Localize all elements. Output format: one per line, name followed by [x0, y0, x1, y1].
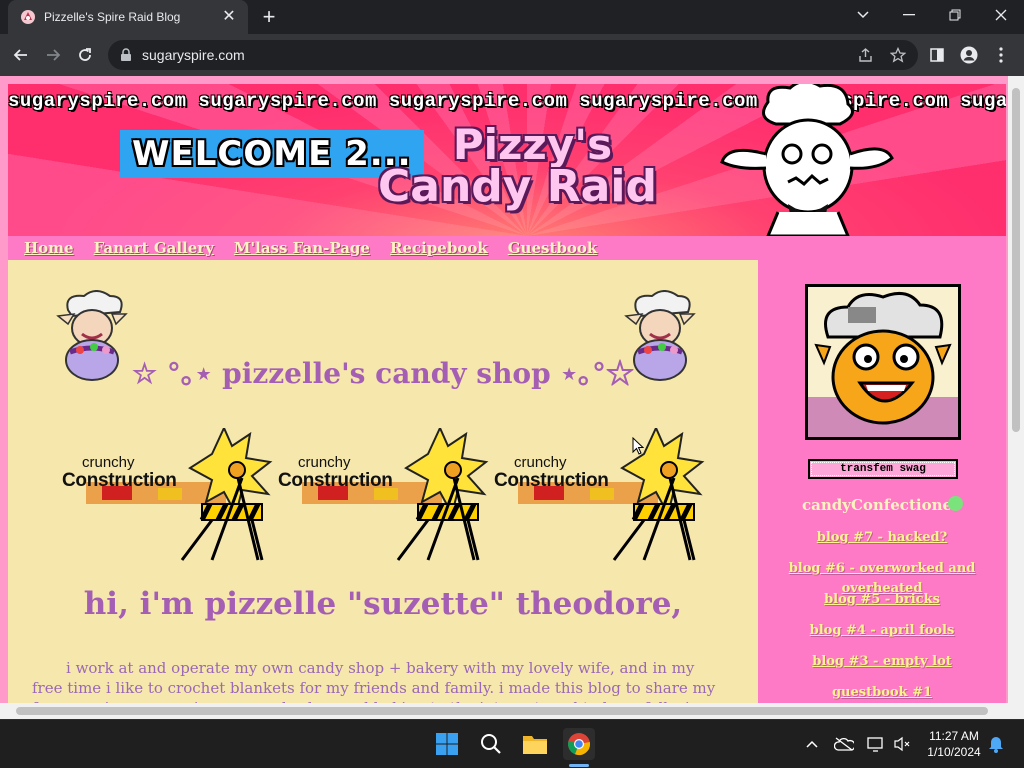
browser-tab-bar: Pizzelle's Spire Raid Blog ✕ +: [0, 0, 1024, 34]
restore-button[interactable]: [932, 0, 978, 30]
lock-icon[interactable]: [120, 48, 132, 62]
windows-taskbar: 11:27 AM 1/10/2024: [0, 719, 1024, 768]
nav-fanart-gallery-link[interactable]: Fanart Gallery: [94, 239, 214, 257]
search-icon[interactable]: [475, 728, 507, 760]
side-panel-icon[interactable]: [924, 42, 950, 68]
tray-overflow-icon[interactable]: [802, 734, 822, 754]
nav-mlass-fanpage-link[interactable]: M'lass Fan-Page: [234, 239, 370, 257]
site-favicon-icon: [21, 10, 35, 24]
bookmark-star-icon[interactable]: [890, 47, 906, 63]
nav-guestbook-link[interactable]: Guestbook: [508, 239, 598, 257]
network-icon[interactable]: [866, 734, 886, 754]
horizontal-scrollbar-thumb[interactable]: [16, 707, 988, 715]
notification-bell-icon[interactable]: [986, 734, 1006, 754]
blog-link[interactable]: blog #7 - hacked?: [758, 528, 1006, 559]
menu-kebab-icon[interactable]: [988, 42, 1014, 68]
tab-title: Pizzelle's Spire Raid Blog: [44, 10, 181, 24]
address-bar[interactable]: sugaryspire.com: [108, 40, 918, 70]
sidebar: transfem swag candyConfectioner blog #7 …: [758, 260, 1006, 719]
close-window-button[interactable]: [978, 0, 1024, 30]
under-construction-image: crunchy Construction: [494, 428, 710, 564]
url-text: sugaryspire.com: [142, 47, 245, 63]
clock-date: 1/10/2024: [927, 745, 981, 759]
shop-title: ☆ °｡⋆ pizzelle's candy shop ⋆｡°☆: [132, 357, 634, 390]
onedrive-icon[interactable]: [834, 734, 854, 754]
tab-search-icon[interactable]: [840, 0, 886, 30]
intro-heading: hi, i'm pizzelle "suzette" theodore,: [83, 586, 683, 622]
chrome-icon[interactable]: [563, 728, 595, 760]
blog-link[interactable]: blog #5 - bricks: [758, 590, 1006, 621]
main-content: ☆ °｡⋆ pizzelle's candy shop ⋆｡°☆ crunchy…: [8, 260, 758, 719]
reload-button[interactable]: [72, 42, 98, 68]
browser-tab[interactable]: Pizzelle's Spire Raid Blog ✕: [8, 0, 248, 34]
page-viewport: sugaryspire.com sugaryspire.com sugarysp…: [0, 76, 1024, 719]
tab-close-icon[interactable]: ✕: [220, 8, 238, 26]
horizontal-scrollbar[interactable]: [0, 703, 1008, 719]
back-button[interactable]: [8, 42, 34, 68]
tagline-badge: transfem swag: [808, 459, 958, 479]
username: candyConfectioner: [802, 496, 960, 514]
vertical-scrollbar-thumb[interactable]: [1012, 88, 1020, 432]
volume-muted-icon[interactable]: [892, 734, 912, 754]
online-status-icon: [948, 496, 963, 511]
file-explorer-icon[interactable]: [519, 728, 551, 760]
nav-recipebook-link[interactable]: Recipebook: [390, 239, 488, 257]
minimize-button[interactable]: [886, 0, 932, 30]
forward-button[interactable]: [40, 42, 66, 68]
blog-links-list: blog #7 - hacked? blog #6 - overworked a…: [758, 528, 1006, 714]
site-banner: sugaryspire.com sugaryspire.com sugarysp…: [8, 84, 1006, 236]
site-logo: Pizzy's Candy Raid: [378, 120, 657, 212]
active-app-indicator: [569, 764, 589, 767]
vertical-scrollbar[interactable]: [1008, 76, 1024, 719]
blog-link[interactable]: blog #4 - april fools: [758, 621, 1006, 652]
clock-time: 11:27 AM: [929, 729, 979, 743]
start-menu-icon[interactable]: [431, 728, 463, 760]
avatar: [805, 284, 961, 440]
under-construction-image: crunchy Construction: [62, 428, 278, 564]
nav-home-link[interactable]: Home: [24, 239, 74, 257]
system-clock[interactable]: 11:27 AM 1/10/2024: [916, 728, 992, 760]
new-tab-button[interactable]: +: [258, 6, 280, 28]
blog-link[interactable]: blog #6 - overworked and overheated: [758, 559, 1006, 596]
browser-toolbar: sugaryspire.com: [0, 34, 1024, 76]
site-nav: Home Fanart Gallery M'lass Fan-Page Reci…: [8, 236, 1006, 260]
blog-link[interactable]: blog #3 - empty lot: [758, 652, 1006, 683]
share-icon[interactable]: [858, 47, 874, 63]
mouse-cursor-icon: [632, 437, 644, 455]
under-construction-image: crunchy Construction: [278, 428, 494, 564]
chef-mascot-image: [720, 84, 894, 236]
profile-icon[interactable]: [956, 42, 982, 68]
